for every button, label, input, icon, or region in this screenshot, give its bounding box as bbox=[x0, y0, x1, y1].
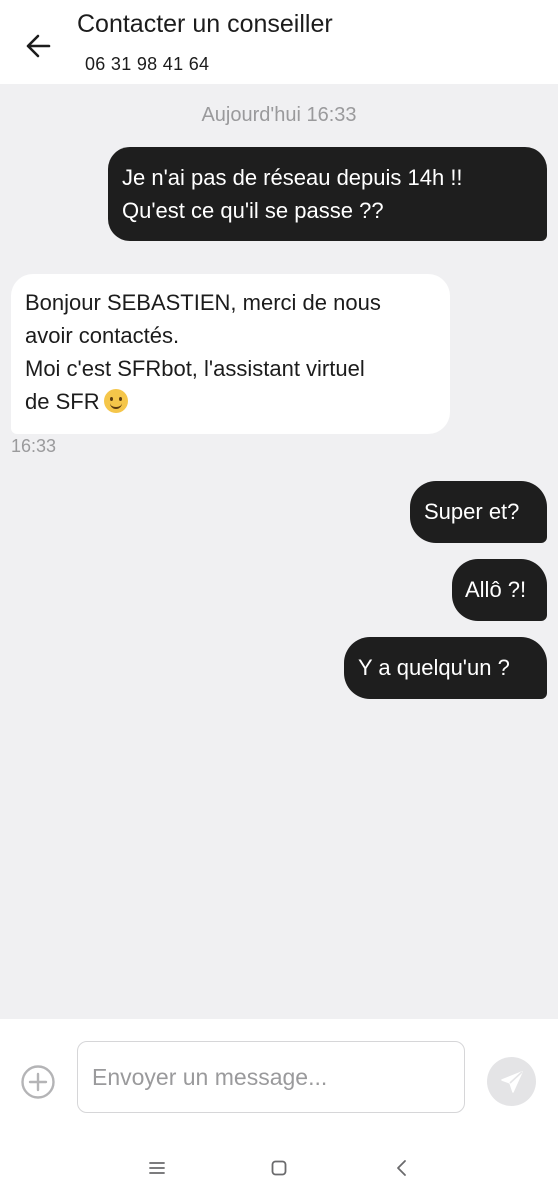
outgoing-message[interactable]: Allô ?! bbox=[452, 559, 547, 621]
message-line-with-emoji: de SFR bbox=[25, 385, 450, 418]
message-line: Y a quelqu'un ? bbox=[358, 655, 510, 680]
date-separator: Aujourd'hui 16:33 bbox=[201, 104, 357, 126]
send-button[interactable] bbox=[487, 1057, 536, 1106]
message-line: avoir contactés. bbox=[25, 323, 180, 348]
menu-lines-icon bbox=[149, 1162, 165, 1174]
message-composer bbox=[0, 1019, 558, 1139]
home-button[interactable] bbox=[264, 1153, 294, 1183]
square-icon bbox=[271, 1160, 287, 1176]
incoming-message[interactable]: Bonjour SEBASTIEN, merci de nous avoir c… bbox=[11, 274, 450, 434]
message-line-text: de SFR bbox=[25, 389, 100, 414]
outgoing-message[interactable]: Super et? bbox=[410, 481, 547, 543]
message-timestamp: 16:33 bbox=[11, 436, 57, 456]
arrow-left-icon bbox=[26, 34, 51, 58]
message-line: Bonjour SEBASTIEN, merci de nous bbox=[25, 290, 381, 315]
system-navigation-bar bbox=[0, 1139, 558, 1200]
phone-number: 06 31 98 41 64 bbox=[85, 54, 210, 74]
app-header: Contacter un conseiller 06 31 98 41 64 bbox=[0, 0, 558, 84]
recent-apps-button[interactable] bbox=[142, 1153, 172, 1183]
back-button[interactable] bbox=[18, 26, 58, 66]
outgoing-message[interactable]: Y a quelqu'un ? bbox=[344, 637, 547, 699]
message-line: Je n'ai pas de réseau depuis 14h !! bbox=[122, 165, 463, 190]
message-line: Moi c'est SFRbot, l'assistant virtuel bbox=[25, 356, 365, 381]
add-attachment-button[interactable] bbox=[20, 1064, 56, 1100]
send-icon bbox=[500, 1070, 523, 1093]
message-line: Allô ?! bbox=[465, 577, 527, 602]
smiling-face-emoji-icon bbox=[103, 389, 128, 413]
message-line: Super et? bbox=[424, 499, 520, 524]
chat-thread[interactable]: Aujourd'hui 16:33 Je n'ai pas de réseau … bbox=[0, 84, 558, 1019]
message-input[interactable] bbox=[77, 1041, 465, 1113]
outgoing-message[interactable]: Je n'ai pas de réseau depuis 14h !! Qu'e… bbox=[108, 147, 547, 241]
system-back-button[interactable] bbox=[387, 1153, 417, 1183]
message-line: Qu'est ce qu'il se passe ?? bbox=[122, 198, 384, 223]
page-title: Contacter un conseiller bbox=[77, 10, 333, 38]
chevron-left-icon bbox=[397, 1160, 406, 1176]
plus-circle-icon bbox=[21, 1065, 55, 1099]
